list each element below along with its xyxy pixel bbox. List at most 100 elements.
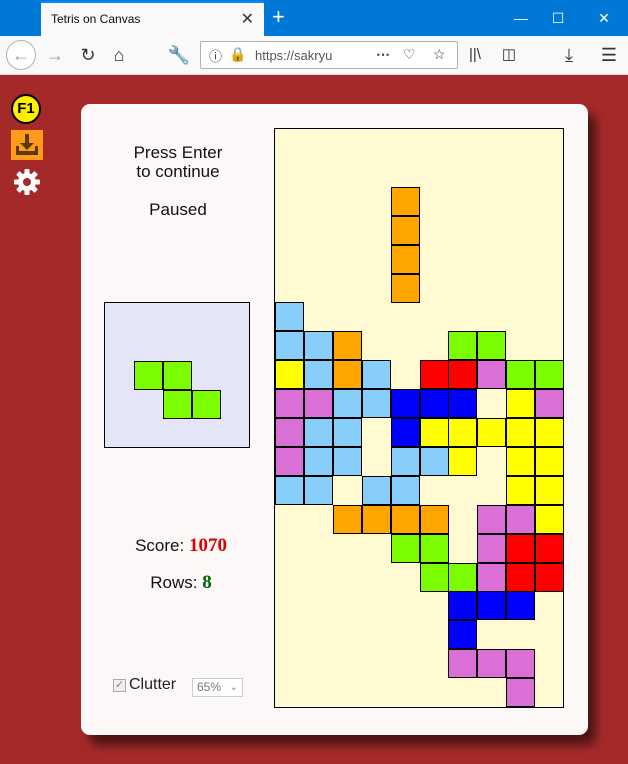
lock-icon[interactable]: 🔒 <box>229 46 246 63</box>
board-block <box>361 475 391 505</box>
board-block <box>506 504 536 534</box>
reload-icon[interactable]: ↻ <box>75 42 101 68</box>
board-block <box>390 244 420 274</box>
page-actions-icon[interactable]: ⋯ <box>376 46 390 63</box>
download-button[interactable] <box>11 130 43 160</box>
board-block <box>419 504 449 534</box>
browser-tab[interactable]: Tetris on Canvas ✕ <box>41 1 264 36</box>
rows-label: Rows: <box>150 573 198 592</box>
board-block <box>448 446 478 476</box>
board-block <box>477 360 507 390</box>
back-arrow-icon[interactable]: ← <box>6 40 36 70</box>
library-icon[interactable]: ||\ <box>462 42 488 68</box>
board-block <box>332 389 362 419</box>
title-bar: Tetris on Canvas ✕ + — ☐ ✕ <box>0 0 628 36</box>
board-block <box>506 533 536 563</box>
board-block <box>390 533 420 563</box>
board-block <box>506 591 536 621</box>
new-tab-button[interactable]: + <box>272 4 285 30</box>
board-block <box>390 418 420 447</box>
sidebar-icon[interactable]: ◫ <box>496 42 522 68</box>
board-block <box>390 389 420 419</box>
wrench-icon[interactable]: 🔧 <box>166 42 192 68</box>
chevron-down-icon: ⌄ <box>229 682 238 693</box>
home-icon[interactable]: ⌂ <box>106 42 132 68</box>
board-block <box>448 562 478 592</box>
board-block <box>390 273 420 303</box>
board-block <box>361 504 391 534</box>
board-block <box>275 475 304 505</box>
close-window-icon[interactable]: ✕ <box>589 6 619 30</box>
board-block <box>419 562 449 592</box>
rows-value: 8 <box>202 572 212 593</box>
board-block <box>390 215 420 245</box>
board-block <box>332 504 362 534</box>
board-block <box>448 649 478 679</box>
preview-block <box>134 361 163 390</box>
board-block <box>332 331 362 361</box>
board-block <box>477 591 507 621</box>
board-block <box>275 446 304 476</box>
board-block <box>506 649 536 679</box>
message-line-2: to continue <box>136 162 220 181</box>
board-block <box>275 360 304 390</box>
message-line-1: Press Enter <box>133 143 223 162</box>
board-block <box>506 562 536 592</box>
menu-icon[interactable]: ☰ <box>596 42 622 68</box>
board-block <box>535 562 565 592</box>
minimize-icon[interactable]: — <box>506 6 536 30</box>
board-block <box>477 649 507 679</box>
board-block <box>275 418 304 447</box>
board-block <box>390 186 420 216</box>
maximize-icon[interactable]: ☐ <box>543 6 573 30</box>
url-bar[interactable]: ⓘ 🔒 https://sakryu ⋯ ♡ ☆ <box>200 41 458 69</box>
board-block <box>535 504 565 534</box>
board-block <box>275 302 304 332</box>
game-board[interactable] <box>274 128 565 708</box>
pocket-icon[interactable]: ♡ <box>403 46 416 63</box>
next-piece-preview <box>104 302 250 448</box>
board-block <box>419 418 449 447</box>
board-block <box>506 678 536 708</box>
download-icon[interactable]: ⤓ <box>556 42 582 68</box>
bookmark-star-icon[interactable]: ☆ <box>433 46 446 63</box>
status-text: Paused <box>149 200 207 219</box>
board-block <box>390 504 420 534</box>
clutter-label: Clutter <box>129 676 177 693</box>
board-block <box>477 418 507 447</box>
board-block <box>419 533 449 563</box>
board-block <box>332 418 362 447</box>
board-block <box>535 360 565 390</box>
clutter-select[interactable]: 65% ⌄ <box>192 678 243 697</box>
board-block <box>477 331 507 361</box>
board-block <box>506 475 536 505</box>
clutter-checkbox[interactable]: ✓ <box>113 679 126 692</box>
board-block <box>535 533 565 563</box>
tab-close-icon[interactable]: ✕ <box>241 9 254 29</box>
preview-block <box>192 390 221 419</box>
preview-block <box>163 361 192 390</box>
forward-arrow-icon[interactable]: → <box>42 42 68 68</box>
url-text[interactable]: https://sakryu <box>255 48 343 63</box>
board-block <box>332 360 362 390</box>
info-icon[interactable]: ⓘ <box>209 46 222 65</box>
board-block <box>535 475 565 505</box>
board-block <box>275 331 304 361</box>
rows-display: Rows: 8 <box>96 572 266 594</box>
board-block <box>535 389 565 419</box>
clutter-value: 65% <box>197 680 222 694</box>
score-display: Score: 1070 <box>96 535 266 557</box>
board-block <box>419 446 449 476</box>
board-block <box>448 389 478 419</box>
board-block <box>361 389 391 419</box>
board-block <box>303 331 333 361</box>
help-button[interactable]: F1 <box>11 94 41 124</box>
board-block <box>303 446 333 476</box>
board-block <box>390 446 420 476</box>
board-block <box>303 360 333 390</box>
board-block <box>361 360 391 390</box>
board-block <box>506 360 536 390</box>
settings-button[interactable] <box>13 168 41 196</box>
board-block <box>448 331 478 361</box>
tab-title: Tetris on Canvas <box>51 12 141 26</box>
